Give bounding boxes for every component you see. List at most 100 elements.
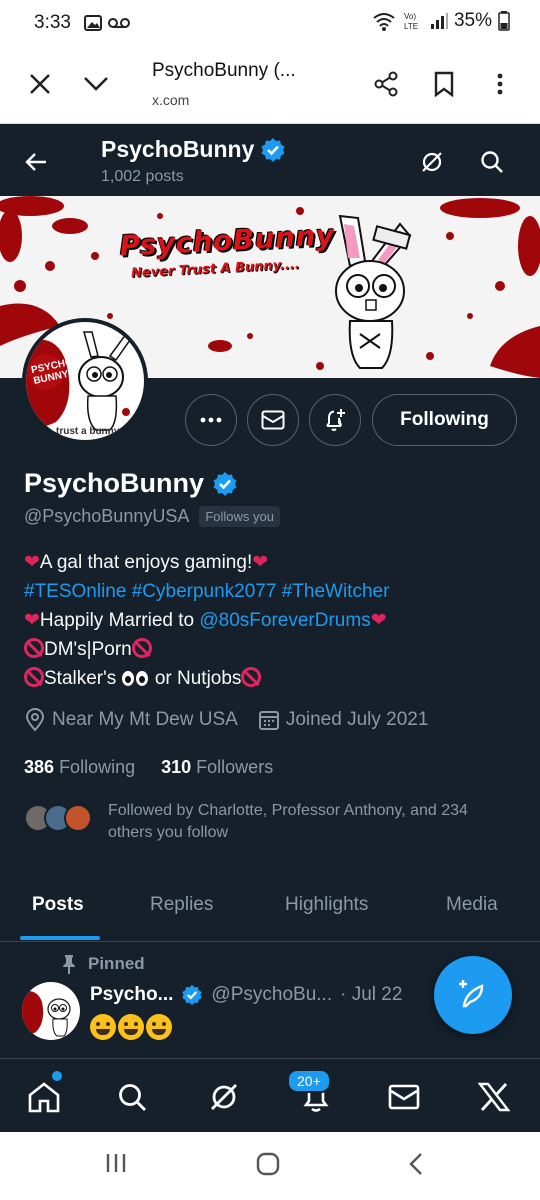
signal-icon [430, 13, 448, 29]
posts-count: 1,002 posts [101, 168, 184, 185]
bookmark-button[interactable] [424, 64, 464, 104]
notifications-subscribe-button[interactable] [309, 394, 361, 446]
more-vertical-icon [497, 73, 503, 95]
tab-posts[interactable]: Posts [32, 894, 84, 916]
svg-text:LTE: LTE [404, 22, 418, 31]
mutual-avatars [24, 802, 94, 836]
winking-tongue-emoji-icon [146, 1014, 172, 1040]
compose-post-button[interactable] [434, 956, 512, 1034]
location-pin-icon [25, 708, 45, 732]
close-tab-button[interactable] [20, 64, 60, 104]
page-title: PsychoBunny (... [152, 60, 296, 81]
search-icon [481, 151, 503, 173]
grok-icon [211, 1084, 237, 1110]
bio-line-3-text: Happily Married to [39, 610, 200, 631]
back-chevron-icon [409, 1153, 422, 1175]
heart-icon: ❤ [252, 552, 269, 573]
post-body[interactable] [90, 1014, 172, 1040]
post-date[interactable]: · Jul 22 [340, 984, 402, 1006]
profile-location: Near My Mt Dew USA [52, 709, 238, 730]
laughing-emoji-icon [90, 1014, 116, 1040]
prohibited-icon [131, 638, 152, 658]
post-avatar-image [22, 991, 71, 1037]
pin-icon [63, 955, 75, 974]
minimize-tab-button[interactable] [76, 64, 116, 104]
prohibited-icon [24, 638, 44, 658]
spouse-mention-link[interactable]: @80sForeverDrums [199, 610, 370, 631]
profile-joined: Joined July 2021 [285, 709, 429, 730]
avatar-text-bottom: trust a bunny [56, 426, 120, 437]
followers-label: Followers [196, 757, 274, 777]
verified-badge-icon [261, 137, 285, 162]
tab-replies[interactable]: Replies [150, 894, 213, 916]
profile-avatar[interactable]: PSYCHO BUNNY trust a bunny [22, 318, 148, 444]
nav-messages[interactable] [384, 1077, 424, 1117]
profile-tabs: Posts Replies Highlights Media [0, 880, 540, 942]
recent-apps-icon [106, 1154, 126, 1172]
nav-grok[interactable] [204, 1077, 244, 1117]
search-icon [119, 1084, 146, 1111]
pinned-label: Pinned [60, 954, 145, 974]
bio-line-4-text: DM's|Porn [44, 639, 132, 660]
followed-by-row[interactable]: Followed by Charlotte, Professor Anthony… [24, 800, 508, 844]
prohibited-icon [241, 667, 262, 687]
pinned-text: Pinned [88, 954, 145, 973]
back-system-button[interactable] [408, 1152, 424, 1181]
nav-x-premium[interactable] [474, 1077, 514, 1117]
more-menu-button[interactable] [480, 64, 520, 104]
screen: 3:33 Vo)LTE 35% PsychoBunny (... x.com [0, 0, 540, 1200]
wifi-icon [373, 13, 395, 31]
heart-icon: ❤ [24, 552, 40, 573]
status-time: 3:33 [34, 12, 71, 33]
grok-icon [422, 152, 442, 172]
back-button[interactable] [16, 142, 56, 182]
close-icon [30, 74, 50, 94]
page-domain: x.com [152, 92, 190, 108]
nav-home[interactable] [24, 1077, 64, 1117]
bio-line-3: ❤Happily Married to @80sForeverDrums❤ [24, 606, 524, 635]
heart-icon: ❤ [370, 610, 387, 631]
bio-line-5-text-a: Stalker's [44, 668, 122, 689]
prohibited-icon [24, 667, 44, 687]
heart-icon: ❤ [24, 610, 40, 631]
share-icon [374, 71, 398, 97]
chevron-down-icon [84, 77, 108, 91]
profile-name: PsychoBunny [24, 468, 238, 499]
bio-hashtags[interactable]: #TESOnline #Cyberpunk2077 #TheWitcher [24, 577, 524, 606]
more-horizontal-icon [200, 417, 222, 423]
svg-text:Vo): Vo) [404, 12, 416, 21]
browser-toolbar: PsychoBunny (... x.com [0, 46, 540, 124]
verified-badge-icon [182, 984, 203, 1006]
post-header: Psycho... @PsychoBu... · Jul 22 [90, 984, 402, 1006]
following-count: 386 [24, 757, 55, 777]
status-right: Vo) LTE 35% [372, 10, 510, 32]
recent-apps-button[interactable] [104, 1152, 128, 1179]
message-button[interactable] [247, 394, 299, 446]
battery-icon [498, 11, 510, 31]
post-avatar[interactable] [22, 982, 80, 1040]
followers-stat[interactable]: 310 Followers [161, 757, 273, 778]
home-circle-icon [256, 1152, 280, 1176]
nav-search[interactable] [112, 1077, 152, 1117]
bookmark-icon [434, 71, 454, 97]
following-button[interactable]: Following [372, 394, 517, 446]
bio-line-5: Stalker's or Nutjobs [24, 664, 524, 695]
post-author-name[interactable]: Psycho... [90, 984, 173, 1006]
profile-meta: Near My Mt Dew USA Joined July 2021 [24, 708, 428, 732]
home-icon [28, 1082, 60, 1113]
verified-badge-icon[interactable] [212, 471, 238, 497]
profile-handle: @PsychoBunnyUSA [24, 506, 190, 526]
home-system-button[interactable] [256, 1152, 280, 1181]
tab-highlights[interactable]: Highlights [285, 894, 368, 916]
bottom-navigation: 20+ [0, 1058, 540, 1132]
mail-icon [261, 410, 285, 430]
more-options-button[interactable] [185, 394, 237, 446]
search-button[interactable] [472, 142, 512, 182]
following-label: Following [59, 757, 136, 777]
following-stat[interactable]: 386 Following [24, 757, 135, 778]
tab-media[interactable]: Media [446, 894, 498, 916]
home-unread-dot [52, 1071, 62, 1081]
profile-header: PsychoBunny 1,002 posts [0, 124, 540, 196]
share-button[interactable] [366, 64, 406, 104]
grok-button[interactable] [412, 142, 452, 182]
